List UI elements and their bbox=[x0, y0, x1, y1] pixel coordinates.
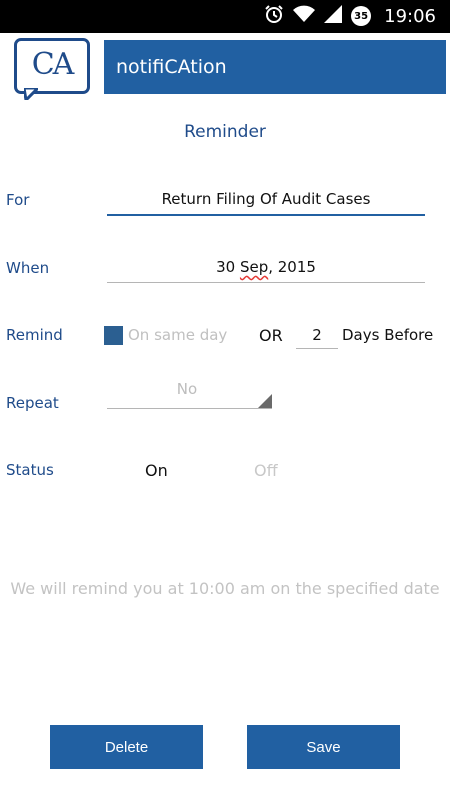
status-on-option[interactable]: On bbox=[145, 461, 168, 480]
or-label: OR bbox=[259, 326, 283, 345]
header-bar: notifiCAtion bbox=[104, 40, 446, 94]
status-icons: 35 19:06 bbox=[264, 5, 436, 27]
status-bar: 35 19:06 bbox=[0, 0, 450, 33]
repeat-dropdown[interactable]: No bbox=[107, 378, 272, 409]
dropdown-arrow-icon bbox=[258, 394, 272, 408]
remind-label: Remind bbox=[6, 326, 63, 344]
page-title: Reminder bbox=[184, 122, 266, 142]
days-before-input[interactable]: 2 bbox=[296, 322, 338, 349]
logo-tail-icon bbox=[24, 88, 38, 100]
delete-button[interactable]: Delete bbox=[50, 725, 203, 769]
date-month: Sep bbox=[239, 258, 269, 276]
logo-text: CA bbox=[31, 47, 75, 82]
repeat-selected-value: No bbox=[176, 380, 198, 398]
date-field[interactable]: 30 Sep, 2015 bbox=[107, 258, 425, 283]
date-year: , 2015 bbox=[268, 258, 316, 276]
wifi-icon bbox=[293, 5, 316, 27]
status-label: Status bbox=[6, 461, 54, 479]
app-title: notifiCAtion bbox=[116, 56, 227, 78]
date-day: 30 bbox=[216, 258, 236, 276]
status-off-option[interactable]: Off bbox=[254, 461, 278, 480]
battery-icon: 35 bbox=[351, 6, 372, 26]
alarm-icon bbox=[264, 4, 284, 28]
repeat-label: Repeat bbox=[6, 394, 59, 412]
signal-icon bbox=[324, 5, 343, 27]
when-label: When bbox=[6, 259, 50, 277]
app-logo[interactable]: CA bbox=[14, 38, 90, 94]
days-before-label: Days Before bbox=[342, 326, 434, 344]
for-input[interactable]: Return Filing Of Audit Cases bbox=[107, 190, 425, 216]
same-day-checkbox[interactable] bbox=[104, 326, 123, 345]
save-button[interactable]: Save bbox=[247, 725, 400, 769]
same-day-label: On same day bbox=[128, 326, 228, 344]
clock-time: 19:06 bbox=[384, 5, 436, 27]
for-label: For bbox=[6, 191, 30, 209]
reminder-note: We will remind you at 10:00 am on the sp… bbox=[10, 579, 440, 598]
